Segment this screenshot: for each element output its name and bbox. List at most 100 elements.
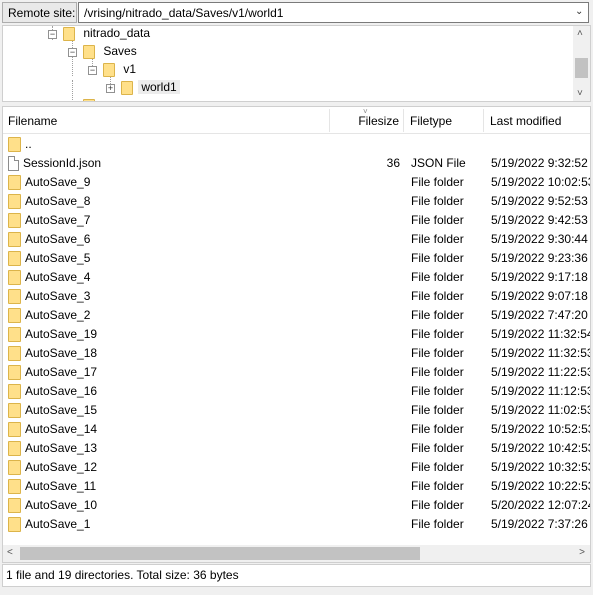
folder-icon	[8, 327, 21, 343]
scroll-left-icon[interactable]: ˂	[7, 547, 13, 558]
filename-cell: AutoSave_8	[8, 192, 90, 211]
filename-text: AutoSave_5	[25, 251, 91, 265]
folder-icon	[8, 194, 21, 210]
expand-icon[interactable]: +	[106, 84, 115, 93]
last-modified-cell: 5/19/2022 11:32:54	[491, 327, 591, 341]
filename-cell: AutoSave_14	[8, 420, 97, 439]
folder-icon	[8, 403, 21, 419]
last-modified-cell: 5/19/2022 10:32:53	[491, 460, 591, 474]
file-list-horizontal-scrollbar[interactable]: ˂ ˃	[3, 545, 590, 562]
chevron-down-icon[interactable]: ⌄	[575, 6, 585, 18]
tree-item-v1[interactable]: v1	[103, 60, 136, 78]
file-row[interactable]: AutoSave_6 File folder 5/19/2022 9:30:44 I	[3, 230, 590, 249]
filename-cell: AutoSave_11	[8, 477, 96, 496]
filename-text: AutoSave_10	[25, 498, 98, 512]
file-row[interactable]: AutoSave_5 File folder 5/19/2022 9:23:36 I	[3, 249, 591, 268]
file-row[interactable]: AutoSave_3 File folder 5/19/2022 9:07:18 I	[3, 287, 591, 306]
tree-item-partial[interactable]	[83, 96, 95, 101]
file-row[interactable]: AutoSave_17 File folder 5/19/2022 11:22:53	[3, 363, 590, 382]
last-modified-cell: 5/19/2022 9:07:18 I	[491, 289, 591, 303]
tree-vertical-scrollbar[interactable]: ˄ ˅	[573, 26, 590, 101]
tree-item-label: Saves	[103, 44, 137, 58]
remote-file-list[interactable]: ˅ Filename Filesize Filetype Last modifi…	[2, 106, 591, 563]
tree-item-saves[interactable]: Saves	[83, 42, 137, 60]
filetype-cell: File folder	[411, 346, 464, 360]
folder-icon	[63, 26, 75, 41]
filename-text: AutoSave_4	[25, 270, 91, 284]
folder-icon	[8, 422, 21, 438]
filetype-cell: File folder	[411, 251, 464, 265]
remote-site-bar: Remote site: /vrising/nitrado_data/Saves…	[0, 0, 593, 25]
scrollbar-thumb[interactable]	[575, 58, 588, 78]
filetype-cell: File folder	[411, 441, 464, 455]
last-modified-cell: 5/19/2022 9:32:52 I	[491, 156, 591, 170]
filetype-cell: File folder	[411, 308, 464, 322]
folder-icon	[8, 175, 21, 191]
filename-cell: AutoSave_7	[8, 211, 90, 230]
parent-directory-row[interactable]: ..	[3, 135, 590, 154]
filetype-cell: File folder	[411, 232, 464, 246]
filename-text: AutoSave_2	[25, 308, 91, 322]
last-modified-cell: 5/19/2022 10:42:53	[491, 441, 591, 455]
file-row[interactable]: AutoSave_10 File folder 5/20/2022 12:07:24	[3, 496, 591, 515]
file-row[interactable]: AutoSave_16 File folder 5/19/2022 11:12:53	[3, 382, 590, 401]
tree-item-nitrado-data[interactable]: nitrado_data	[63, 26, 151, 42]
remote-path-value[interactable]: /vrising/nitrado_data/Saves/v1/world1	[84, 6, 283, 20]
filename-cell: AutoSave_16	[8, 382, 97, 401]
column-header-filetype[interactable]: Filetype	[405, 107, 483, 134]
column-divider[interactable]	[483, 109, 484, 132]
folder-icon	[8, 479, 21, 495]
file-row[interactable]: AutoSave_9 File folder 5/19/2022 10:02:53	[3, 173, 590, 192]
filename-cell: AutoSave_12	[8, 458, 97, 477]
collapse-icon[interactable]: −	[68, 48, 77, 57]
tree-guide-line	[72, 40, 73, 76]
filetype-cell: File folder	[411, 498, 464, 512]
filetype-cell: File folder	[411, 422, 464, 436]
last-modified-cell: 5/19/2022 10:22:53	[491, 479, 591, 493]
scrollbar-thumb[interactable]	[20, 547, 420, 560]
folder-icon	[8, 441, 21, 457]
last-modified-cell: 5/20/2022 12:07:24	[491, 498, 591, 512]
file-row[interactable]: AutoSave_13 File folder 5/19/2022 10:42:53	[3, 439, 591, 458]
column-header-filename[interactable]: Filename	[3, 107, 329, 134]
filename-text: ..	[25, 137, 32, 151]
scroll-down-icon[interactable]: ˅	[577, 88, 583, 99]
file-row[interactable]: AutoSave_4 File folder 5/19/2022 9:17:18 I	[3, 268, 590, 287]
filename-cell: AutoSave_10	[8, 496, 97, 515]
last-modified-cell: 5/19/2022 10:52:53	[491, 422, 591, 436]
filetype-cell: File folder	[411, 479, 464, 493]
folder-icon	[8, 384, 21, 400]
file-row[interactable]: AutoSave_8 File folder 5/19/2022 9:52:53 I	[3, 192, 590, 211]
remote-path-combobox[interactable]: /vrising/nitrado_data/Saves/v1/world1 ⌄	[78, 2, 589, 23]
folder-icon	[121, 80, 133, 95]
file-row[interactable]: AutoSave_15 File folder 5/19/2022 11:02:53	[3, 401, 590, 420]
file-row[interactable]: AutoSave_14 File folder 5/19/2022 10:52:53	[3, 420, 591, 439]
filetype-cell: File folder	[411, 213, 464, 227]
remote-directory-tree[interactable]: − nitrado_data − Saves − v1 + world1 ˄ ˅	[2, 25, 591, 102]
file-row[interactable]: AutoSave_7 File folder 5/19/2022 9:42:53 I	[3, 211, 590, 230]
file-row[interactable]: AutoSave_11 File folder 5/19/2022 10:22:53	[3, 477, 591, 496]
column-header-filesize[interactable]: Filesize	[330, 107, 401, 134]
tree-item-world1[interactable]: world1	[121, 78, 180, 96]
filetype-cell: File folder	[411, 327, 464, 341]
last-modified-cell: 5/19/2022 7:37:26 I	[491, 517, 591, 531]
filename-text: AutoSave_19	[25, 327, 98, 341]
last-modified-cell: 5/19/2022 9:23:36 I	[491, 251, 591, 265]
scroll-right-icon[interactable]: ˃	[579, 547, 585, 558]
file-row[interactable]: AutoSave_12 File folder 5/19/2022 10:32:53	[3, 458, 591, 477]
file-row[interactable]: SessionId.json 36 JSON File 5/19/2022 9:32:…	[3, 154, 591, 173]
file-row[interactable]: AutoSave_19 File folder 5/19/2022 11:32:54	[3, 325, 591, 344]
folder-icon	[8, 289, 21, 305]
column-divider[interactable]	[403, 109, 404, 132]
column-header-last-modified[interactable]: Last modified	[485, 107, 590, 134]
file-row[interactable]: AutoSave_18 File folder 5/19/2022 11:32:53	[3, 344, 590, 363]
collapse-icon[interactable]: −	[48, 30, 57, 39]
file-row[interactable]: AutoSave_2 File folder 5/19/2022 7:47:20 I	[3, 306, 590, 325]
scroll-up-icon[interactable]: ˄	[577, 28, 583, 39]
filesize-cell: 36	[386, 156, 400, 170]
collapse-icon[interactable]: −	[88, 66, 97, 75]
file-row[interactable]: AutoSave_1 File folder 5/19/2022 7:37:26 I	[3, 515, 591, 534]
filename-cell: AutoSave_19	[8, 325, 97, 344]
tree-item-label: nitrado_data	[83, 26, 151, 40]
folder-icon	[8, 498, 21, 514]
